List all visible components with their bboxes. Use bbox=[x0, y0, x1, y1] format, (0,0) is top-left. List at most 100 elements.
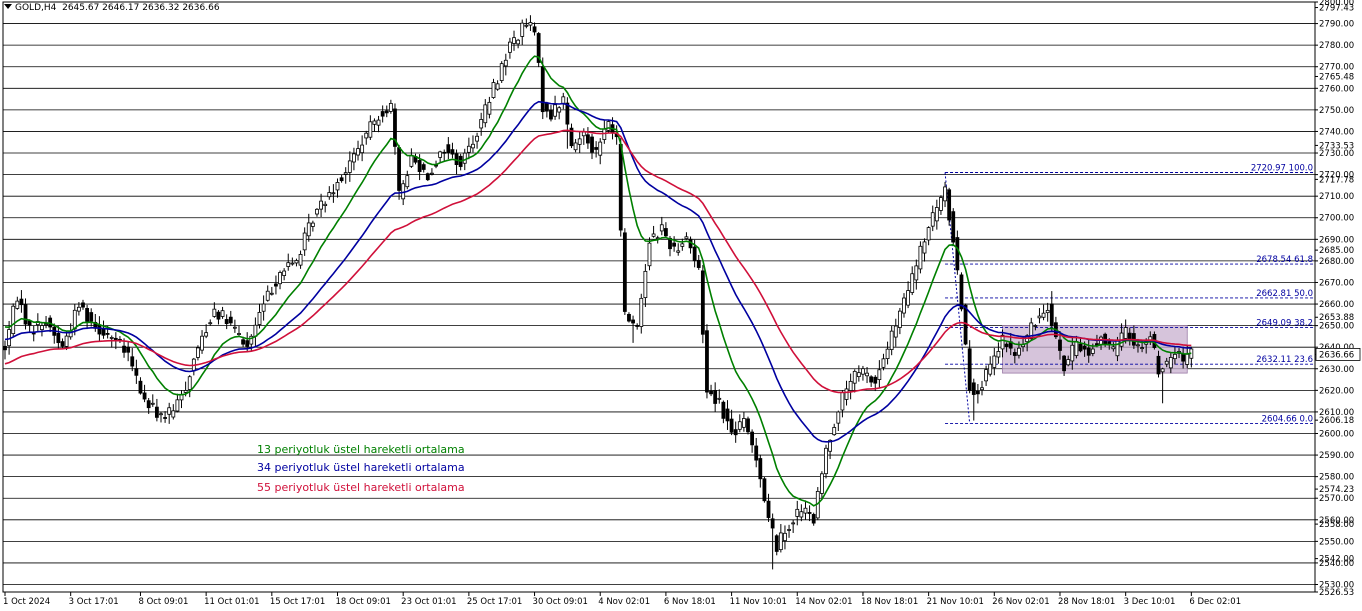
price-tick-label: 2550.00 bbox=[1319, 537, 1354, 547]
candle-body bbox=[200, 335, 204, 351]
candle-body bbox=[15, 300, 20, 309]
candle-body bbox=[232, 326, 237, 329]
candle-body bbox=[737, 421, 742, 430]
time-tick-label: 6 Nov 18:01 bbox=[664, 597, 716, 607]
candle-body bbox=[1115, 340, 1120, 357]
candle-body bbox=[241, 339, 245, 345]
candle-body bbox=[877, 369, 882, 381]
time-tick-label: 21 Nov 10:01 bbox=[927, 597, 984, 607]
price-tick-label: 2660.00 bbox=[1319, 300, 1354, 310]
candle-body bbox=[696, 259, 701, 268]
time-tick-label: 26 Nov 02:01 bbox=[992, 597, 1049, 607]
candle-body bbox=[1066, 359, 1071, 366]
price-tick-label: 2606.18 bbox=[1319, 416, 1354, 426]
candle-body bbox=[97, 324, 102, 335]
candle-body bbox=[955, 237, 960, 271]
candle-body bbox=[573, 142, 578, 151]
candle-body bbox=[64, 335, 69, 347]
candle-body bbox=[840, 392, 845, 411]
candle-body bbox=[959, 274, 964, 310]
candle-body bbox=[819, 473, 824, 494]
candle-body bbox=[852, 370, 857, 384]
candle-body bbox=[1049, 303, 1054, 327]
candle-body bbox=[384, 110, 389, 114]
candle-body bbox=[705, 330, 709, 393]
candle-body bbox=[44, 323, 48, 326]
time-tick-label: 4 Nov 02:01 bbox=[598, 597, 650, 607]
price-tick-label: 2690.00 bbox=[1319, 235, 1354, 245]
candle-body bbox=[557, 107, 562, 113]
legend-ema13: 13 periyotluk üstel hareketli ortalama bbox=[257, 443, 465, 456]
candle-body bbox=[631, 319, 635, 324]
candle-body bbox=[766, 500, 771, 518]
candle-body bbox=[302, 232, 307, 251]
candle-body bbox=[889, 330, 894, 350]
candle-body bbox=[1127, 332, 1132, 340]
candle-body bbox=[1033, 325, 1038, 327]
candle-body bbox=[208, 322, 213, 325]
candle-body bbox=[659, 224, 664, 232]
candle-body bbox=[848, 380, 853, 391]
candle-body bbox=[319, 200, 323, 210]
candle-body bbox=[787, 529, 791, 531]
candle-body bbox=[372, 120, 377, 125]
candle-body bbox=[364, 132, 369, 139]
candle-body bbox=[163, 417, 167, 419]
candle-body bbox=[581, 131, 586, 137]
candle-body bbox=[503, 59, 508, 67]
price-tick-label: 2620.00 bbox=[1319, 386, 1354, 396]
fib-level-label: 2604.66 0.0 bbox=[1262, 414, 1313, 424]
price-tick-label: 2730.00 bbox=[1319, 149, 1354, 159]
candle-body bbox=[56, 332, 61, 344]
candle-body bbox=[803, 507, 808, 514]
candle-body bbox=[553, 104, 557, 117]
candle-body bbox=[586, 134, 590, 144]
candle-body bbox=[1000, 334, 1005, 350]
candle-body bbox=[11, 305, 16, 335]
candle-body bbox=[544, 103, 549, 112]
fib-level-label: 2662.81 50.0 bbox=[1256, 289, 1313, 299]
candle-body bbox=[1037, 315, 1042, 319]
candle-body bbox=[778, 532, 783, 551]
price-tick-label: 2670.00 bbox=[1319, 278, 1354, 288]
candle-body bbox=[1078, 343, 1083, 352]
candle-body bbox=[1004, 343, 1009, 347]
candle-body bbox=[397, 147, 401, 191]
candle-body bbox=[947, 189, 952, 221]
candle-body bbox=[684, 236, 689, 240]
candle-body bbox=[471, 143, 475, 149]
time-tick-label: 30 Oct 09:01 bbox=[533, 597, 588, 607]
candle-body bbox=[635, 325, 640, 327]
time-tick-label: 3 Dec 10:01 bbox=[1124, 597, 1176, 607]
candle-body bbox=[914, 265, 919, 281]
candle-body bbox=[520, 22, 525, 37]
time-tick-label: 6 Dec 02:01 bbox=[1189, 597, 1241, 607]
candle-body bbox=[224, 319, 229, 324]
candle-body bbox=[528, 22, 533, 26]
candle-body bbox=[286, 262, 291, 267]
candle-body bbox=[1173, 353, 1177, 360]
candle-body bbox=[869, 376, 874, 383]
collapse-triangle-icon[interactable] bbox=[4, 4, 12, 9]
time-tick-label: 25 Oct 17:01 bbox=[467, 597, 522, 607]
candle-body bbox=[717, 397, 722, 400]
candle-body bbox=[926, 227, 931, 241]
candle-body bbox=[109, 337, 114, 339]
price-chart[interactable]: 2720.97 100.0 2678.54 61.8 2662.81 50.0 264… bbox=[0, 0, 1362, 611]
candle-body bbox=[897, 310, 902, 328]
candle-body bbox=[380, 111, 385, 117]
candle-body bbox=[807, 512, 812, 514]
candle-body bbox=[409, 154, 414, 167]
candle-body bbox=[323, 203, 328, 206]
candle-body bbox=[980, 387, 984, 391]
candle-body bbox=[290, 262, 295, 265]
candle-body bbox=[873, 376, 878, 384]
candle-body bbox=[183, 390, 188, 393]
candle-body bbox=[594, 147, 599, 150]
candle-body bbox=[770, 518, 775, 529]
fib-level-label: 2678.54 61.8 bbox=[1256, 255, 1313, 265]
candle-body bbox=[1185, 353, 1190, 365]
candle-body bbox=[832, 427, 837, 436]
chart-header: GOLD,H4 2645.67 2646.17 2636.32 2636.66 bbox=[4, 3, 220, 13]
candle-body bbox=[274, 283, 278, 287]
